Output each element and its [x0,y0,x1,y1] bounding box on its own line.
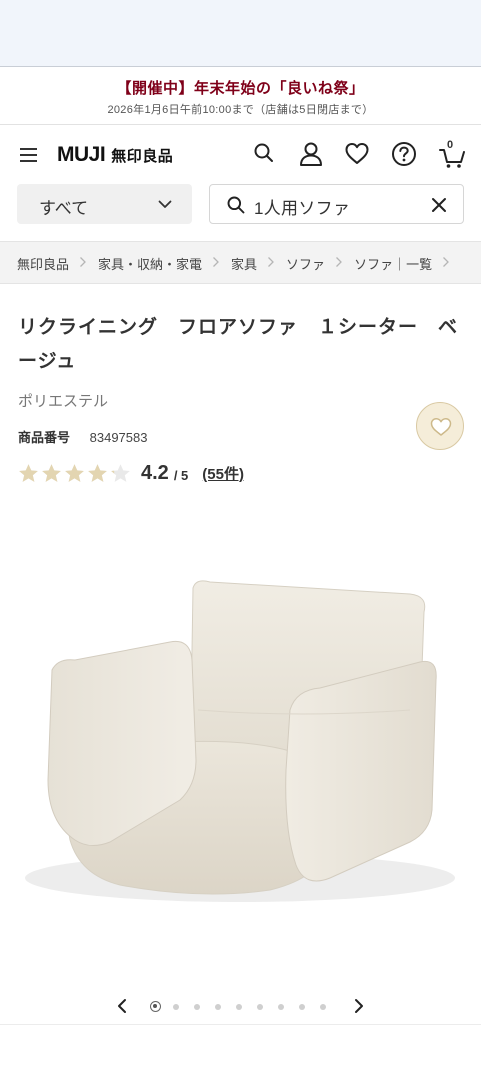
account-icon[interactable] [298,141,326,169]
chevron-down-icon [158,197,172,216]
chevron-left-icon[interactable] [116,998,128,1019]
rating-row: 4.2 / 5 (55件) [18,459,244,487]
carousel-dots [150,1001,341,1012]
breadcrumb-item[interactable]: 家具・収納・家電 [98,254,202,273]
search-icon[interactable] [252,141,280,169]
carousel-dot[interactable] [320,1003,326,1010]
carousel-dot[interactable] [278,1003,284,1010]
site-header: MUJI 無印良品 0 [0,126,481,184]
heart-icon [430,418,452,436]
chevron-right-icon[interactable] [353,998,365,1019]
category-select[interactable]: すべて [17,184,192,224]
search-input-value: 1人用ソファ [254,199,351,218]
carousel-dot[interactable] [299,1003,305,1010]
help-icon[interactable] [391,141,419,169]
carousel-dot[interactable] [257,1003,263,1010]
promo-banner[interactable]: 【開催中】年末年始の「良いね祭」 2026年1月6日午前10:00まで（店舗は5… [0,68,481,125]
divider [0,1024,481,1025]
heart-icon[interactable] [344,141,372,169]
logo-text-en: MUJI [57,143,106,166]
star-icon [19,464,38,482]
product-code-row: 商品番号 83497583 [18,427,147,446]
search-row: すべて 1人用ソファ [0,184,481,228]
breadcrumb-item[interactable]: 無印良品 [17,254,69,273]
rating-stars [18,463,133,483]
rating-max: / 5 [173,468,189,483]
search-input[interactable]: 1人用ソファ [209,184,464,224]
carousel-dot[interactable] [215,1003,221,1010]
carousel-dot[interactable] [194,1003,200,1010]
menu-icon[interactable] [20,148,38,162]
promo-subtitle: 2026年1月6日午前10:00まで（店舗は5日閉店まで） [107,104,374,116]
product-code-label: 商品番号 [18,430,71,445]
close-icon[interactable] [431,197,447,218]
search-field-icon [226,195,246,220]
carousel-dot[interactable] [150,1001,161,1012]
cart-icon[interactable]: 0 [438,139,466,169]
rating-value: 4.2 [141,461,169,484]
breadcrumb-item[interactable]: ソファ｜一覧 [354,254,432,273]
image-carousel [0,994,481,1018]
product-code-value: 83497583 [89,430,148,445]
promo-title[interactable]: 【開催中】年末年始の「良いね祭」 [0,77,481,98]
carousel-dot[interactable] [173,1003,179,1010]
carousel-dot[interactable] [236,1003,242,1010]
chevron-right-icon [79,255,87,273]
logo-text-ja: 無印良品 [111,148,174,165]
chevron-right-icon [335,255,343,273]
sofa-image[interactable] [0,560,481,940]
product-material: ポリエステル [18,393,109,410]
category-select-label: すべて [39,199,89,218]
breadcrumb-item[interactable]: 家具 [231,254,257,273]
favorite-button[interactable] [416,402,464,450]
star-icon [88,464,107,482]
chevron-right-icon [442,255,450,273]
chevron-right-icon [212,255,220,273]
product-title: リクライニング フロアソファ １シーター ベージュ [18,317,459,372]
review-count-link[interactable]: (55件) [202,463,244,484]
chevron-right-icon [267,255,275,273]
browser-top-strip [0,0,481,67]
breadcrumb: 無印良品 家具・収納・家電 家具 ソファ ソファ｜一覧 [0,241,481,284]
breadcrumb-item[interactable]: ソファ [286,254,325,273]
star-icon [65,464,84,482]
star-icon [111,464,130,482]
logo[interactable]: MUJI 無印良品 [57,143,173,167]
star-icon [42,464,61,482]
cart-count: 0 [447,139,454,151]
